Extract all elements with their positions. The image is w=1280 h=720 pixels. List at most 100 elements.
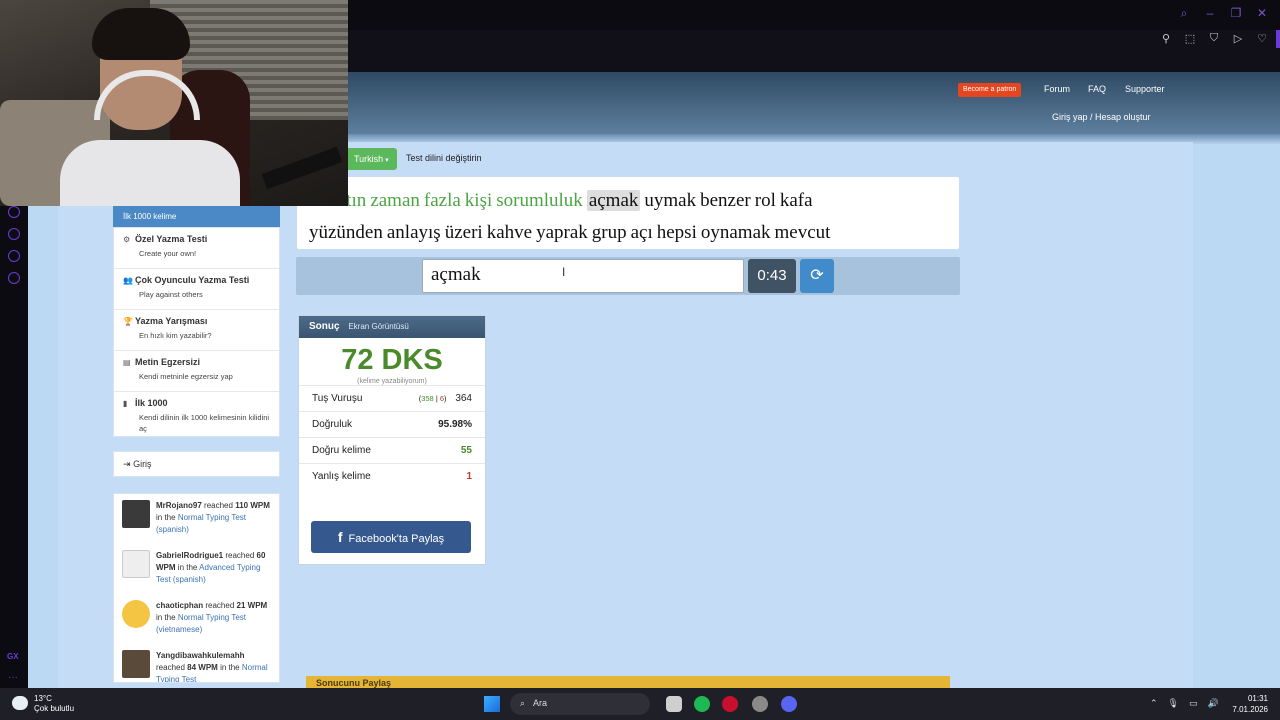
login-label: Giriş — [133, 459, 152, 469]
play-icon[interactable]: ▷ — [1232, 32, 1244, 45]
list-item: MrRojano97 reached 110 WPM in the Normal… — [114, 494, 279, 544]
avatar[interactable] — [122, 500, 150, 528]
word: açı — [630, 222, 653, 243]
spotify-icon[interactable] — [694, 696, 710, 712]
trophy-icon: 🏆 — [123, 317, 133, 326]
word: yüzünden — [309, 222, 383, 243]
sidebar-menu: ⚙ Özel Yazma Testi Create your own! 👥 Çok … — [113, 227, 280, 437]
date: 7.01.2026 — [1232, 705, 1268, 714]
pin-icon[interactable]: ⚲ — [1160, 32, 1172, 45]
wpm-subtitle: (kelime yazabiliyorum) — [357, 378, 427, 385]
login-box[interactable]: ⇥ Giriş — [113, 451, 280, 477]
patron-button[interactable]: Become a patron — [958, 83, 1022, 97]
feed-pre: reached — [225, 551, 255, 560]
nav-forum[interactable]: Forum — [1044, 84, 1070, 94]
sidebar-icon[interactable] — [8, 206, 20, 218]
nav-supporter[interactable]: Supporter — [1125, 84, 1165, 94]
feed-user[interactable]: GabrielRodrigue1 — [156, 551, 223, 560]
cloud-icon[interactable] — [12, 696, 28, 710]
stat-keystrokes: Tuş Vuruşu (358 | 6) 364 — [299, 385, 485, 411]
sidebar-item-competition[interactable]: 🏆 Yazma Yarışması En hızlı kim yazabilir? — [114, 310, 279, 351]
windows-start-icon[interactable] — [484, 696, 500, 712]
shield-icon[interactable]: ⛉ — [1208, 32, 1220, 45]
close-icon[interactable]: ✕ — [1256, 6, 1268, 21]
minimize-icon[interactable]: – — [1204, 6, 1216, 21]
avatar[interactable] — [122, 550, 150, 578]
stat-wrong-words: Yanlış kelime 1 — [299, 463, 485, 489]
bar-chart-icon: ▮ — [123, 399, 128, 408]
sidebar-item-sub: En hızlı kim yazabilir? — [139, 331, 212, 340]
screenshot-link[interactable]: Ekran Görüntüsü — [348, 322, 408, 331]
taskbar-search[interactable]: ⌕ Ara — [510, 693, 650, 715]
volume-icon[interactable]: 🔊 — [1208, 698, 1219, 709]
share-result-bar[interactable]: Sonucunu Paylaş — [306, 676, 950, 688]
word: kişi — [464, 190, 493, 211]
stat-label: Yanlış kelime — [312, 471, 371, 482]
search-icon[interactable]: ⌕ — [1178, 6, 1190, 21]
toolbar-icons: ⚲ ⬚ ⛉ ▷ ♡ — [1160, 32, 1268, 45]
avatar[interactable] — [122, 650, 150, 678]
word: kafa — [779, 190, 813, 211]
feed-mid: in the — [156, 513, 176, 522]
list-item: chaoticphan reached 21 WPM in the Normal… — [114, 594, 279, 644]
keystrokes-correct: 358 — [421, 394, 434, 403]
word: uymak — [644, 190, 697, 211]
correct-words-value: 55 — [460, 445, 472, 456]
weather-widget[interactable]: 13°C Çok bulutlu — [34, 694, 74, 714]
list-item: Yangdibawahkulemahh reached 84 WPM in th… — [114, 644, 279, 682]
activity-feed: MrRojano97 reached 110 WPM in the Normal… — [113, 493, 280, 683]
feed-user[interactable]: chaoticphan — [156, 601, 203, 610]
more-icon[interactable]: ··· — [8, 672, 18, 683]
microphone-icon[interactable]: 🎙 — [1168, 698, 1179, 709]
word: oynamak — [700, 222, 771, 243]
gx-icon[interactable]: GX — [7, 652, 19, 661]
sidebar-item-title: Yazma Yarışması — [135, 316, 208, 326]
system-tray: ⌃ 🎙 ▭ 🔊 — [1150, 698, 1219, 709]
feed-pre: reached — [156, 663, 185, 672]
display-icon[interactable]: ▭ — [1189, 698, 1198, 709]
typing-input[interactable]: açmak — [422, 259, 744, 293]
search-icon: ⌕ — [520, 698, 526, 708]
steam-icon[interactable] — [752, 696, 768, 712]
feed-user[interactable]: Yangdibawahkulemahh — [156, 651, 244, 660]
heart-icon[interactable]: ♡ — [1256, 32, 1268, 45]
word: rol — [754, 190, 776, 211]
keystrokes-sep: | — [435, 394, 438, 403]
time: 01:31 — [1247, 694, 1268, 703]
avatar[interactable] — [122, 600, 150, 628]
wpm-value: 72 DKS — [341, 344, 443, 376]
facebook-icon: f — [337, 529, 343, 545]
chevron-up-icon[interactable]: ⌃ — [1150, 698, 1158, 709]
sidebar-header[interactable]: İlk 1000 kelime — [113, 205, 280, 227]
left-sidebar: İlk 1000 kelime ⚙ Özel Yazma Testi Create… — [113, 205, 280, 683]
nav-faq[interactable]: FAQ — [1088, 84, 1106, 94]
settings-icon[interactable] — [8, 272, 20, 284]
feed-mid: in the — [156, 613, 176, 622]
sidebar-item-text-practice[interactable]: ▤ Metin Egzersizi Kendi metninle egzersiz… — [114, 351, 279, 392]
sidebar-item-title: Özel Yazma Testi — [135, 234, 208, 244]
clock[interactable]: 01:31 7.01.2026 — [1232, 693, 1268, 715]
feed-user[interactable]: MrRojano97 — [156, 501, 202, 510]
restore-icon[interactable]: ❐ — [1230, 6, 1242, 21]
reload-button[interactable]: ⟳ — [800, 259, 834, 293]
feed-pre: reached — [204, 501, 233, 510]
word: anlayış — [386, 222, 441, 243]
timer: 0:43 — [748, 259, 796, 293]
history-icon[interactable] — [8, 228, 20, 240]
language-dropdown[interactable]: Turkish — [346, 148, 397, 170]
sidebar-item-custom-test[interactable]: ⚙ Özel Yazma Testi Create your own! — [114, 228, 279, 269]
sidebar-item-title: İlk 1000 — [135, 398, 168, 408]
snapshot-icon[interactable]: ⬚ — [1184, 32, 1196, 45]
feed-mid: in the — [177, 563, 198, 572]
sidebar-item-multiplayer[interactable]: 👥 Çok Oyunculu Yazma Testi Play against o… — [114, 269, 279, 310]
sidebar-item-top1000[interactable]: ▮ İlk 1000 Kendi dilinin ilk 1000 kelimes… — [114, 392, 279, 436]
facebook-share-button[interactable]: f Facebook'ta Paylaş — [311, 521, 471, 553]
word: fazla — [423, 190, 461, 211]
login-link[interactable]: Giriş yap / Hesap oluştur — [1052, 112, 1151, 122]
feed-mid: in the — [220, 663, 240, 672]
discord-icon[interactable] — [781, 696, 797, 712]
sidebar-accent — [1276, 30, 1280, 48]
extension-icon[interactable] — [8, 250, 20, 262]
file-explorer-icon[interactable] — [666, 696, 682, 712]
opera-gx-icon[interactable] — [722, 696, 738, 712]
